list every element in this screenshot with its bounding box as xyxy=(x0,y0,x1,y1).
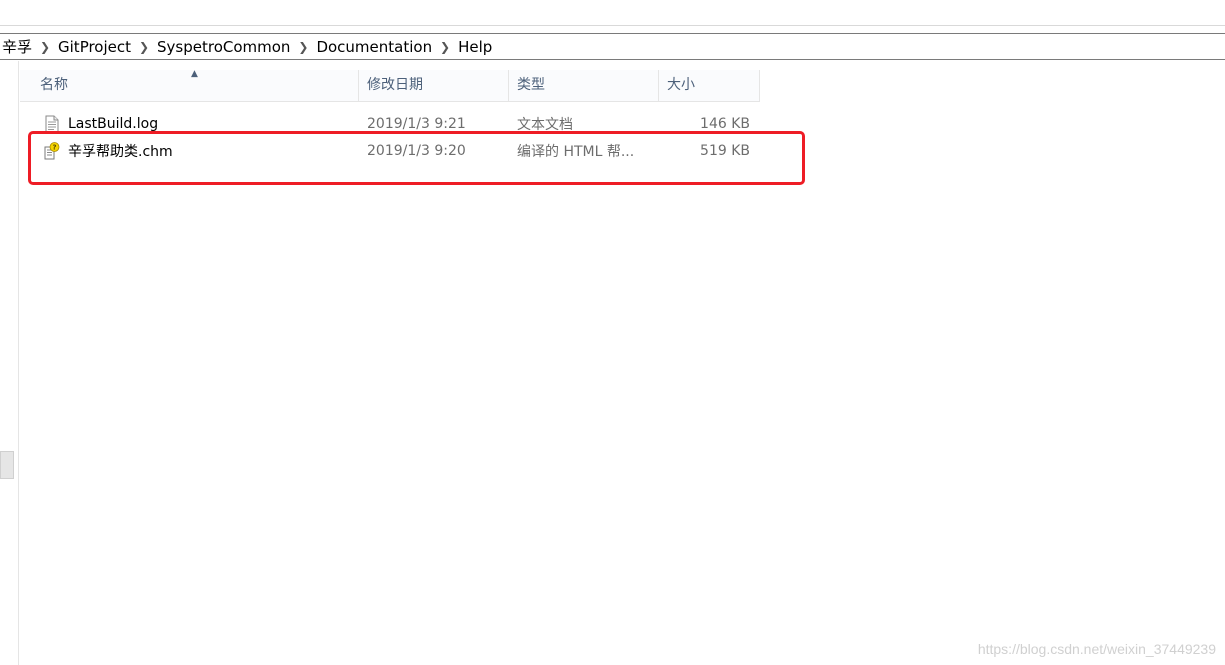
column-header-label: 类型 xyxy=(517,77,545,93)
chevron-right-icon[interactable]: ❯ xyxy=(36,40,54,54)
file-list: ▲ 名称 修改日期 类型 大小 LastBuild.log 2019/1/3 9… xyxy=(19,61,1225,665)
column-header-row: ▲ 名称 修改日期 类型 大小 xyxy=(20,69,760,102)
file-date: 2019/1/3 9:20 xyxy=(367,143,466,159)
column-header-label: 修改日期 xyxy=(367,77,423,93)
file-name: 辛孚帮助类.chm xyxy=(68,144,173,160)
column-header-label: 大小 xyxy=(667,77,695,93)
chm-help-file-icon: ? xyxy=(44,142,60,160)
scrollbar-thumb[interactable] xyxy=(0,451,14,479)
chevron-right-icon[interactable]: ❯ xyxy=(135,40,153,54)
column-header-type[interactable]: 类型 xyxy=(509,70,659,101)
column-header-label: 名称 xyxy=(40,77,68,93)
file-date: 2019/1/3 9:21 xyxy=(367,116,466,132)
column-header-size[interactable]: 大小 xyxy=(659,70,760,101)
svg-text:?: ? xyxy=(52,144,56,152)
file-name-cell[interactable]: ? 辛孚帮助类.chm xyxy=(19,141,359,161)
column-header-name[interactable]: ▲ 名称 xyxy=(20,69,359,101)
text-document-icon xyxy=(44,115,60,133)
file-type: 编译的 HTML 帮... xyxy=(517,144,635,160)
file-name: LastBuild.log xyxy=(68,116,159,132)
sort-ascending-icon: ▲ xyxy=(191,69,198,79)
breadcrumb-item[interactable]: 辛孚 xyxy=(0,36,36,57)
breadcrumb-item[interactable]: GitProject xyxy=(54,38,135,56)
breadcrumb-item[interactable]: SyspetroCommon xyxy=(153,38,294,56)
column-header-date[interactable]: 修改日期 xyxy=(359,70,509,101)
chevron-right-icon[interactable]: ❯ xyxy=(294,40,312,54)
toolbar-strip xyxy=(0,0,1225,26)
file-row[interactable]: ? 辛孚帮助类.chm 2019/1/3 9:20 编译的 HTML 帮... … xyxy=(19,140,779,162)
file-name-cell[interactable]: LastBuild.log xyxy=(19,115,359,133)
file-size: 146 KB xyxy=(700,116,750,132)
file-size: 519 KB xyxy=(700,143,750,159)
file-row[interactable]: LastBuild.log 2019/1/3 9:21 文本文档 146 KB xyxy=(19,113,779,135)
breadcrumb-item[interactable]: Help xyxy=(454,38,496,56)
breadcrumb-item[interactable]: Documentation xyxy=(312,38,436,56)
watermark: https://blog.csdn.net/weixin_37449239 xyxy=(977,641,1216,657)
chevron-right-icon[interactable]: ❯ xyxy=(436,40,454,54)
address-bar[interactable]: 辛孚 ❯ GitProject ❯ SyspetroCommon ❯ Docum… xyxy=(0,33,1225,60)
file-type: 文本文档 xyxy=(517,117,573,133)
navigation-pane xyxy=(0,61,19,665)
